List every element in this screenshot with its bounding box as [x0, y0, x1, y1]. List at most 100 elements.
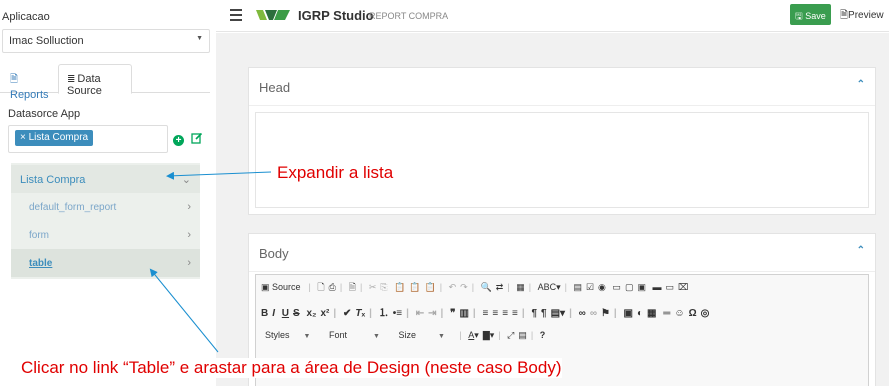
tree-item-table[interactable]: table ›	[11, 249, 200, 277]
annotation-expand: Expandir a lista	[277, 163, 394, 182]
maximize-icon[interactable]: ⤢	[507, 330, 514, 341]
save-button[interactable]: 🖫 Save	[790, 4, 831, 25]
remove-tag-icon[interactable]: ×	[20, 132, 26, 143]
spellcheck-icon[interactable]: ABC▾	[538, 282, 561, 293]
button-icon[interactable]: ▬	[652, 282, 661, 292]
checkbox-icon[interactable]: ☑	[586, 282, 594, 293]
table-icon[interactable]: ▦	[647, 308, 656, 319]
copy-icon[interactable]: ⎘	[380, 282, 387, 293]
outdent-icon[interactable]: ⇤	[416, 308, 424, 319]
datasource-tag-label: Lista Compra	[28, 132, 89, 143]
styles-dropdown[interactable]: Styles ▼	[261, 328, 318, 344]
app-label: Aplicacao	[2, 11, 50, 23]
datasource-tag[interactable]: × Lista Compra	[15, 130, 94, 146]
link-icon[interactable]: ∞	[579, 308, 586, 319]
copy-format-icon[interactable]: ✔	[343, 308, 351, 319]
edit-datasource-button[interactable]	[191, 132, 203, 147]
align-right-icon[interactable]: ≡	[502, 308, 508, 319]
source-label: Source	[272, 282, 301, 292]
chevron-right-icon: ›	[187, 201, 191, 213]
collapse-icon[interactable]: ⌃	[857, 245, 865, 256]
bg-color-icon[interactable]: ▇▾	[483, 330, 494, 341]
image-icon[interactable]: ▣	[624, 308, 633, 319]
size-dropdown[interactable]: Size ▼	[394, 328, 452, 344]
image-button-icon[interactable]: ▭	[665, 282, 674, 293]
remove-format-icon[interactable]: Tₓ	[355, 308, 365, 319]
redo-icon[interactable]: ↷	[460, 282, 468, 293]
bulleted-list-icon[interactable]: •≡	[393, 308, 402, 319]
rtl-icon[interactable]: ¶	[541, 308, 547, 319]
indent-icon[interactable]: ⇥	[428, 308, 436, 319]
app-select[interactable]: Imac Solluction ▼	[2, 29, 210, 53]
datasource-tree: Lista Compra ⌄ default_form_report › for…	[11, 163, 200, 279]
unlink-icon[interactable]: ∞	[590, 308, 597, 319]
tree-item-default-form-report[interactable]: default_form_report ›	[11, 193, 200, 221]
tree-item-label[interactable]: table	[29, 258, 52, 269]
justify-icon[interactable]: ≡	[512, 308, 518, 319]
smiley-icon[interactable]: ☺	[674, 308, 684, 319]
paste-word-icon[interactable]: 📋	[425, 282, 436, 293]
select-all-icon[interactable]: ▦	[516, 282, 525, 293]
language-icon[interactable]: ▤▾	[551, 308, 565, 319]
iframe-icon[interactable]: ◎	[701, 308, 710, 319]
editor-toolbar-row-3: Styles ▼ Font ▼ Size ▼ | A▾ ▇▾ | ⤢ ▤ | ?	[261, 328, 549, 348]
tab-reports[interactable]: 🗎 Reports	[2, 64, 54, 101]
print-icon[interactable]: ⎙	[329, 282, 336, 293]
text-color-icon[interactable]: A▾	[468, 330, 479, 341]
align-center-icon[interactable]: ≡	[492, 308, 498, 319]
tab-data-source[interactable]: ≣ Data Source	[58, 64, 132, 97]
hidden-field-icon[interactable]: ⌧	[678, 282, 688, 293]
size-label: Size	[398, 330, 416, 340]
help-icon[interactable]: ?	[540, 330, 546, 340]
horizontal-line-icon[interactable]: ═	[663, 308, 670, 319]
undo-icon[interactable]: ↶	[449, 282, 457, 293]
select-icon[interactable]: ▣	[637, 282, 646, 293]
cut-icon[interactable]: ✂	[369, 282, 377, 293]
preview-button-label: Preview	[848, 10, 884, 21]
ltr-icon[interactable]: ¶	[531, 308, 537, 319]
app-select-value: Imac Solluction	[9, 35, 84, 47]
head-drop-area[interactable]	[255, 112, 869, 208]
design-area: Head ⌃ Body ⌃ ▣ Source | 🗋 ⎙ | 🗎 | ✂ ⎘ 📋 📋 📋 | ↶…	[216, 33, 889, 386]
form-icon[interactable]: ▤	[573, 282, 582, 293]
underline-icon[interactable]: U	[282, 308, 289, 319]
find-icon[interactable]: 🔍	[481, 282, 492, 293]
paste-icon[interactable]: 📋	[394, 282, 405, 293]
radio-icon[interactable]: ◉	[598, 282, 606, 293]
italic-icon[interactable]: I	[272, 308, 275, 319]
anchor-icon[interactable]: ⚑	[601, 308, 610, 319]
save-icon: 🖫	[795, 11, 803, 21]
numbered-list-icon[interactable]: ⒈	[379, 304, 389, 319]
strike-icon[interactable]: S	[293, 308, 300, 319]
blockquote-icon[interactable]: ❞	[450, 308, 455, 319]
font-dropdown[interactable]: Font ▼	[325, 328, 388, 344]
collapse-icon[interactable]: ⌃	[857, 79, 865, 90]
datasource-select[interactable]: × Lista Compra	[8, 125, 168, 153]
tree-item-label: Lista Compra	[20, 174, 86, 186]
preview-button[interactable]: 🗎Preview	[840, 8, 884, 25]
textarea-icon[interactable]: ▢	[625, 282, 634, 293]
tree-item-form[interactable]: form ›	[11, 221, 200, 249]
menu-toggle-icon[interactable]	[230, 9, 242, 24]
save-doc-icon[interactable]: 🗋	[317, 280, 324, 296]
special-char-icon[interactable]: Ω	[689, 308, 697, 319]
chevron-right-icon: ›	[187, 257, 191, 269]
igrp-logo	[256, 10, 290, 20]
textfield-icon[interactable]: ▭	[612, 282, 621, 293]
save-button-label: Save	[805, 11, 826, 21]
add-datasource-button[interactable]: +	[173, 135, 184, 146]
align-left-icon[interactable]: ≡	[483, 308, 489, 319]
show-blocks-icon[interactable]: ▤	[518, 330, 527, 341]
templates-icon[interactable]: 🗎	[349, 280, 356, 296]
annotation-drag: Clicar no link “Table” e arastar para a …	[21, 358, 562, 378]
flash-icon[interactable]: ◐	[637, 308, 643, 319]
file-icon: 🗎	[10, 74, 19, 85]
superscript-icon[interactable]: x²	[321, 308, 330, 319]
tree-item-lista-compra[interactable]: Lista Compra ⌄	[11, 165, 200, 193]
replace-icon[interactable]: ⇄	[496, 282, 504, 293]
bold-icon[interactable]: B	[261, 308, 268, 319]
div-icon[interactable]: ▥	[459, 308, 468, 319]
source-button[interactable]: ▣ Source	[261, 282, 305, 293]
paste-text-icon[interactable]: 📋	[409, 282, 420, 293]
subscript-icon[interactable]: x₂	[306, 308, 316, 319]
